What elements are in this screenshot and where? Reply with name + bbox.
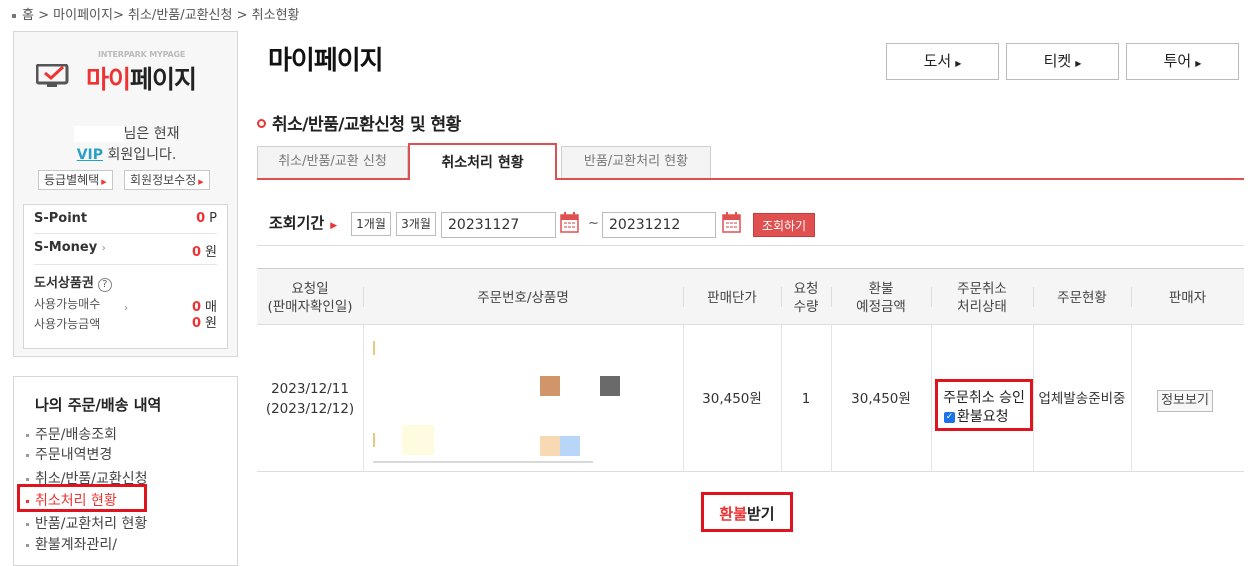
product-name-obscured <box>373 433 375 447</box>
period-1month-button[interactable]: 1개월 <box>351 212 391 236</box>
breadcrumb-cancel-apply[interactable]: 취소/반품/교환신청 <box>128 8 232 23</box>
tab-cancel-apply[interactable]: 취소/반품/교환 신청 <box>257 146 408 178</box>
smoney-label[interactable]: S-Money › <box>34 240 106 255</box>
product-thumbnail <box>402 425 434 455</box>
breadcrumb-mypage[interactable]: 마이페이지 <box>53 8 113 23</box>
edit-member-button[interactable]: 회원정보수정 ▶ <box>124 170 210 190</box>
spoint-value: 0P <box>196 211 217 226</box>
menu-item-order-change[interactable]: 주문내역변경 <box>26 444 112 464</box>
calendar-icon[interactable] <box>560 211 579 233</box>
breadcrumb: 홈 > 마이페이지> 취소/반품/교환신청 > 취소현황 <box>12 4 300 23</box>
header-seller: 판매자 <box>1168 289 1207 306</box>
breadcrumb-sep: > <box>112 8 124 23</box>
header-request-date: 요청일 (판매자확인일) <box>267 280 353 315</box>
tab-return-status[interactable]: 반품/교환처리 현황 <box>561 146 711 178</box>
triangle-right-icon: ▶ <box>198 178 204 186</box>
mypage-logo[interactable]: INTERPARK MYPAGE 마이페이지 <box>36 44 221 94</box>
breadcrumb-sep: > <box>236 8 248 23</box>
sidebar-menu-panel: 나의 주문/배송 내역 주문/배송조회 주문내역변경 취소/반품/교환신청 취소… <box>13 376 238 566</box>
product-name-obscured <box>373 341 375 355</box>
breadcrumb-home[interactable]: 홈 <box>22 8 34 23</box>
product-name-obscured <box>373 461 593 463</box>
date-separator: ~ <box>588 216 599 231</box>
cell-refund: 30,450원 <box>851 390 911 407</box>
menu-item-return-status[interactable]: 반품/교환처리 현황 <box>26 513 147 533</box>
product-thumbnail[interactable] <box>540 376 560 396</box>
tab-cancel-status[interactable]: 취소처리 현황 <box>408 143 557 180</box>
smoney-value: 0원 <box>191 245 217 260</box>
voucher-amount-value: 0원 <box>191 316 217 331</box>
calendar-icon[interactable] <box>722 211 741 233</box>
end-date-input[interactable]: 20231212 <box>602 212 716 238</box>
help-icon[interactable]: ? <box>97 278 112 292</box>
triangle-right-icon: ▶ <box>1195 59 1202 68</box>
books-button[interactable]: 도서 ▶ <box>886 43 999 80</box>
cell-qty: 1 <box>801 390 811 407</box>
product-thumbnail[interactable] <box>600 376 620 396</box>
start-date-input[interactable]: 20231127 <box>441 212 556 238</box>
user-grade-line: VIP 회원입니다. <box>76 147 177 163</box>
cell-price: 30,450원 <box>702 390 762 407</box>
refund-request-checkbox[interactable]: ✓ 환불요청 <box>944 406 1009 426</box>
points-panel: S-Point 0P S-Money › 0원 도서상품권? 사용가능매수 사용… <box>23 204 228 349</box>
search-button[interactable]: 조회하기 <box>753 213 815 237</box>
user-greeting: 님은 현재 <box>14 123 239 143</box>
triangle-right-icon: ▶ <box>330 221 338 231</box>
header-price: 판매단가 <box>707 289 757 306</box>
table-row: 2023/12/11 (2023/12/12) 30,450원 1 30,450원… <box>257 325 1244 472</box>
menu-item-order-tracking[interactable]: 주문/배송조회 <box>26 424 117 444</box>
period-3month-button[interactable]: 3개월 <box>396 212 436 236</box>
grade-link[interactable]: VIP <box>77 147 103 163</box>
search-bar: 조회기간 ▶ 1개월 3개월 20231127 ~ 20231212 조회하기 <box>257 198 1244 246</box>
table-header: 요청일 (판매자확인일) 주문번호/상품명 판매단가 요청 수량 환불 예정금액 주문… <box>257 268 1244 325</box>
bullet-icon <box>12 13 16 18</box>
highlight-box <box>17 484 147 512</box>
user-name <box>73 126 124 142</box>
checkbox-checked-icon[interactable]: ✓ <box>944 411 955 423</box>
cell-order-status: 업체발송준비중 <box>1038 390 1126 407</box>
header-order: 주문번호/상품명 <box>477 289 569 306</box>
receive-refund-button[interactable]: 환불받기 <box>701 492 793 532</box>
logo-text: 마이페이지 <box>86 65 197 94</box>
page-title: 마이페이지 <box>268 46 384 76</box>
triangle-right-icon: ▶ <box>101 178 107 186</box>
cell-date: 2023/12/11 (2023/12/12) <box>265 380 355 417</box>
header-order-status: 주문현황 <box>1057 289 1107 306</box>
tab-underline <box>257 178 1244 180</box>
spoint-label: S-Point <box>34 211 88 226</box>
product-thumbnail <box>540 436 560 456</box>
header-refund: 환불 예정금액 <box>856 280 906 315</box>
triangle-right-icon: ▶ <box>955 59 962 68</box>
cancel-status-text: 주문취소 승인 <box>943 390 1025 406</box>
voucher-count-label: 사용가능매수 <box>34 297 101 311</box>
header-qty: 요청 수량 <box>793 280 819 315</box>
section-title: 취소/반품/교환신청 및 현황 <box>257 110 461 135</box>
period-label: 조회기간 ▶ <box>269 214 338 232</box>
cancel-status-cell: 주문취소 승인 ✓ 환불요청 <box>935 379 1033 431</box>
chevron-right-icon[interactable]: › <box>124 303 128 314</box>
circle-bullet-icon <box>257 119 266 128</box>
breadcrumb-current: 취소현황 <box>251 8 300 23</box>
triangle-right-icon: ▶ <box>1075 59 1082 68</box>
chevron-right-icon: › <box>101 243 106 254</box>
breadcrumb-sep: > <box>38 8 50 23</box>
voucher-amount-label: 사용가능금액 <box>34 317 101 331</box>
sidebar-profile-panel: INTERPARK MYPAGE 마이페이지 님은 현재 VIP 회원입니다. … <box>13 31 238 357</box>
menu-item-refund-account[interactable]: 환불계좌관리/ <box>26 534 117 554</box>
tickets-button[interactable]: 티켓 ▶ <box>1006 43 1119 80</box>
logo-subtitle: INTERPARK MYPAGE <box>98 50 186 59</box>
voucher-label: 도서상품권? <box>34 272 112 292</box>
header-cancel-status: 주문취소 처리상태 <box>957 280 1007 315</box>
tours-button[interactable]: 투어 ▶ <box>1126 43 1239 80</box>
product-thumbnail <box>560 436 580 456</box>
menu-title: 나의 주문/배송 내역 <box>35 396 162 414</box>
monitor-icon <box>36 64 69 87</box>
seller-info-button[interactable]: 정보보기 <box>1157 390 1213 412</box>
grade-benefit-button[interactable]: 등급별혜택 ▶ <box>38 170 113 190</box>
